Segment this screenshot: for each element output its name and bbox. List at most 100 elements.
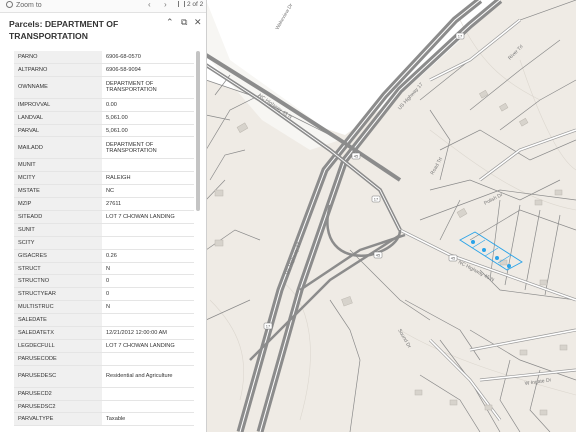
attribute-key: IMPROVVAL <box>14 98 102 112</box>
attribute-key: LEGDECFULL <box>14 339 102 353</box>
magnifier-icon <box>6 1 13 8</box>
attribute-row: LEGDECFULL LOT 7 CHOWAN LANDING <box>14 339 194 353</box>
attribute-key: MUNIT <box>14 158 102 173</box>
attribute-row: PARUSEDESC Residential and Agriculture <box>14 365 194 388</box>
attribute-row: SUNIT <box>14 223 194 237</box>
attribute-key: OWNNAME <box>14 76 102 99</box>
attribute-row: PARUSECODE <box>14 352 194 366</box>
attribute-value: Residential and Agriculture <box>102 365 194 388</box>
attribute-key: STRUCTNO <box>14 274 102 289</box>
attribute-key: STRUCT <box>14 262 102 276</box>
next-feature-button[interactable]: › <box>164 0 167 9</box>
attribute-row: PARVALTYPE Taxable <box>14 412 194 427</box>
attribute-table-container: PARNO 6906-68-0570 ALTPARNO 6906-58-9094 OWN… <box>14 51 194 432</box>
attribute-value: 6906-68-0570 <box>102 51 194 64</box>
attribute-row: MULTISTRUC N <box>14 300 194 315</box>
svg-text:45: 45 <box>451 256 456 261</box>
svg-text:45: 45 <box>354 154 359 159</box>
attribute-row: PARNO 6906-68-0570 <box>14 51 194 64</box>
attribute-key: SCITY <box>14 236 102 250</box>
dock-icon[interactable]: ⧉ <box>181 17 187 28</box>
collapse-icon[interactable]: ⌃ <box>166 17 174 28</box>
attribute-key: SITEADD <box>14 210 102 224</box>
parcel-marker[interactable] <box>495 256 499 260</box>
scrollbar[interactable] <box>196 51 200 211</box>
attribute-key: PARUSECD2 <box>14 387 102 401</box>
parcel-marker[interactable] <box>471 240 475 244</box>
attribute-row: STRUCTNO 0 <box>14 274 194 289</box>
attribute-value <box>102 158 194 173</box>
attribute-value <box>102 387 194 401</box>
attribute-row: MCITY RALEIGH <box>14 171 194 186</box>
close-icon[interactable]: ✕ <box>194 17 202 28</box>
attribute-value: 27611 <box>102 197 194 212</box>
svg-text:45: 45 <box>376 253 381 258</box>
attribute-key: MAILADD <box>14 136 102 160</box>
pager-text: 2 of 2 <box>187 1 204 8</box>
attribute-value: RALEIGH <box>102 171 194 186</box>
attribute-row: IMPROVVAL 0.00 <box>14 98 194 112</box>
attribute-key: MULTISTRUC <box>14 300 102 315</box>
attribute-value: DEPARTMENT OF TRANSPORTATION <box>102 76 194 99</box>
attribute-key: PARUSECODE <box>14 352 102 366</box>
attribute-value: LOT 7 CHOWAN LANDING <box>102 339 194 353</box>
attribute-key: PARUSEDSC2 <box>14 400 102 414</box>
attribute-row: GISACRES 0.26 <box>14 249 194 263</box>
attribute-row: SALEDATE <box>14 313 194 328</box>
attribute-key: LANDVAL <box>14 111 102 125</box>
popup-title: Parcels: DEPARTMENT OF TRANSPORTATION <box>9 19 119 41</box>
attribute-row: PARUSEDSC2 <box>14 400 194 414</box>
zoom-to-label: Zoom to <box>16 2 42 9</box>
attribute-value: DEPARTMENT OF TRANSPORTATION <box>102 136 194 160</box>
attribute-row: LANDVAL 5,061.00 <box>14 111 194 125</box>
attribute-row: MAILADD DEPARTMENT OF TRANSPORTATION <box>14 136 194 160</box>
attribute-value <box>102 400 194 414</box>
svg-text:17: 17 <box>266 324 271 329</box>
feature-pager[interactable]: 2 of 2 <box>178 1 203 8</box>
attribute-key: GISACRES <box>14 249 102 263</box>
attribute-row: SITEADD LOT 7 CHOWAN LANDING <box>14 210 194 224</box>
attribute-value: N <box>102 262 194 276</box>
attribute-value: N <box>102 300 194 315</box>
attribute-row: ALTPARNO 6906-58-9094 <box>14 63 194 77</box>
attribute-row: PARUSECD2 <box>14 387 194 401</box>
attribute-key: SALEDATE <box>14 313 102 328</box>
attribute-row: STRUCT N <box>14 262 194 276</box>
attribute-value: Taxable <box>102 412 194 427</box>
attribute-key: SALEDATETX <box>14 326 102 340</box>
attribute-key: SUNIT <box>14 223 102 237</box>
attribute-value <box>102 236 194 250</box>
attribute-key: STRUCTYEAR <box>14 287 102 302</box>
attribute-key: PARNO <box>14 51 102 64</box>
attribute-value: 5,061.00 <box>102 124 194 138</box>
popup-header: Parcels: DEPARTMENT OF TRANSPORTATION ⌃ … <box>0 13 206 47</box>
svg-text:17: 17 <box>374 197 379 202</box>
parcel-marker[interactable] <box>482 248 486 252</box>
attribute-row: MZIP 27611 <box>14 197 194 212</box>
parcel-marker[interactable] <box>507 264 511 268</box>
attribute-value: 0 <box>102 274 194 289</box>
attribute-row: MUNIT <box>14 158 194 173</box>
previous-feature-button[interactable]: ‹ <box>148 0 151 9</box>
attribute-row: STRUCTYEAR 0 <box>14 287 194 302</box>
attribute-row: SCITY <box>14 236 194 250</box>
attribute-value: 5,061.00 <box>102 111 194 125</box>
attribute-key: MSTATE <box>14 184 102 199</box>
attribute-value: 0.26 <box>102 249 194 263</box>
attribute-value <box>102 223 194 237</box>
svg-text:17: 17 <box>458 34 463 39</box>
attribute-value <box>102 313 194 328</box>
attribute-key: ALTPARNO <box>14 63 102 77</box>
attribute-key: PARVALTYPE <box>14 412 102 427</box>
attribute-value: 0 <box>102 287 194 302</box>
pager-icon <box>178 1 185 7</box>
attribute-row: SALEDATETX 12/21/2012 12:00:00 AM <box>14 326 194 340</box>
attribute-value <box>102 352 194 366</box>
attribute-row: PARVAL 5,061.00 <box>14 124 194 138</box>
attribute-value: NC <box>102 184 194 199</box>
zoom-to-button[interactable]: Zoom to <box>6 1 42 9</box>
attribute-row: OWNNAME DEPARTMENT OF TRANSPORTATION <box>14 76 194 99</box>
attribute-value: 12/21/2012 12:00:00 AM <box>102 326 194 340</box>
attribute-key: PARVAL <box>14 124 102 138</box>
attribute-key: PARUSEDESC <box>14 365 102 388</box>
